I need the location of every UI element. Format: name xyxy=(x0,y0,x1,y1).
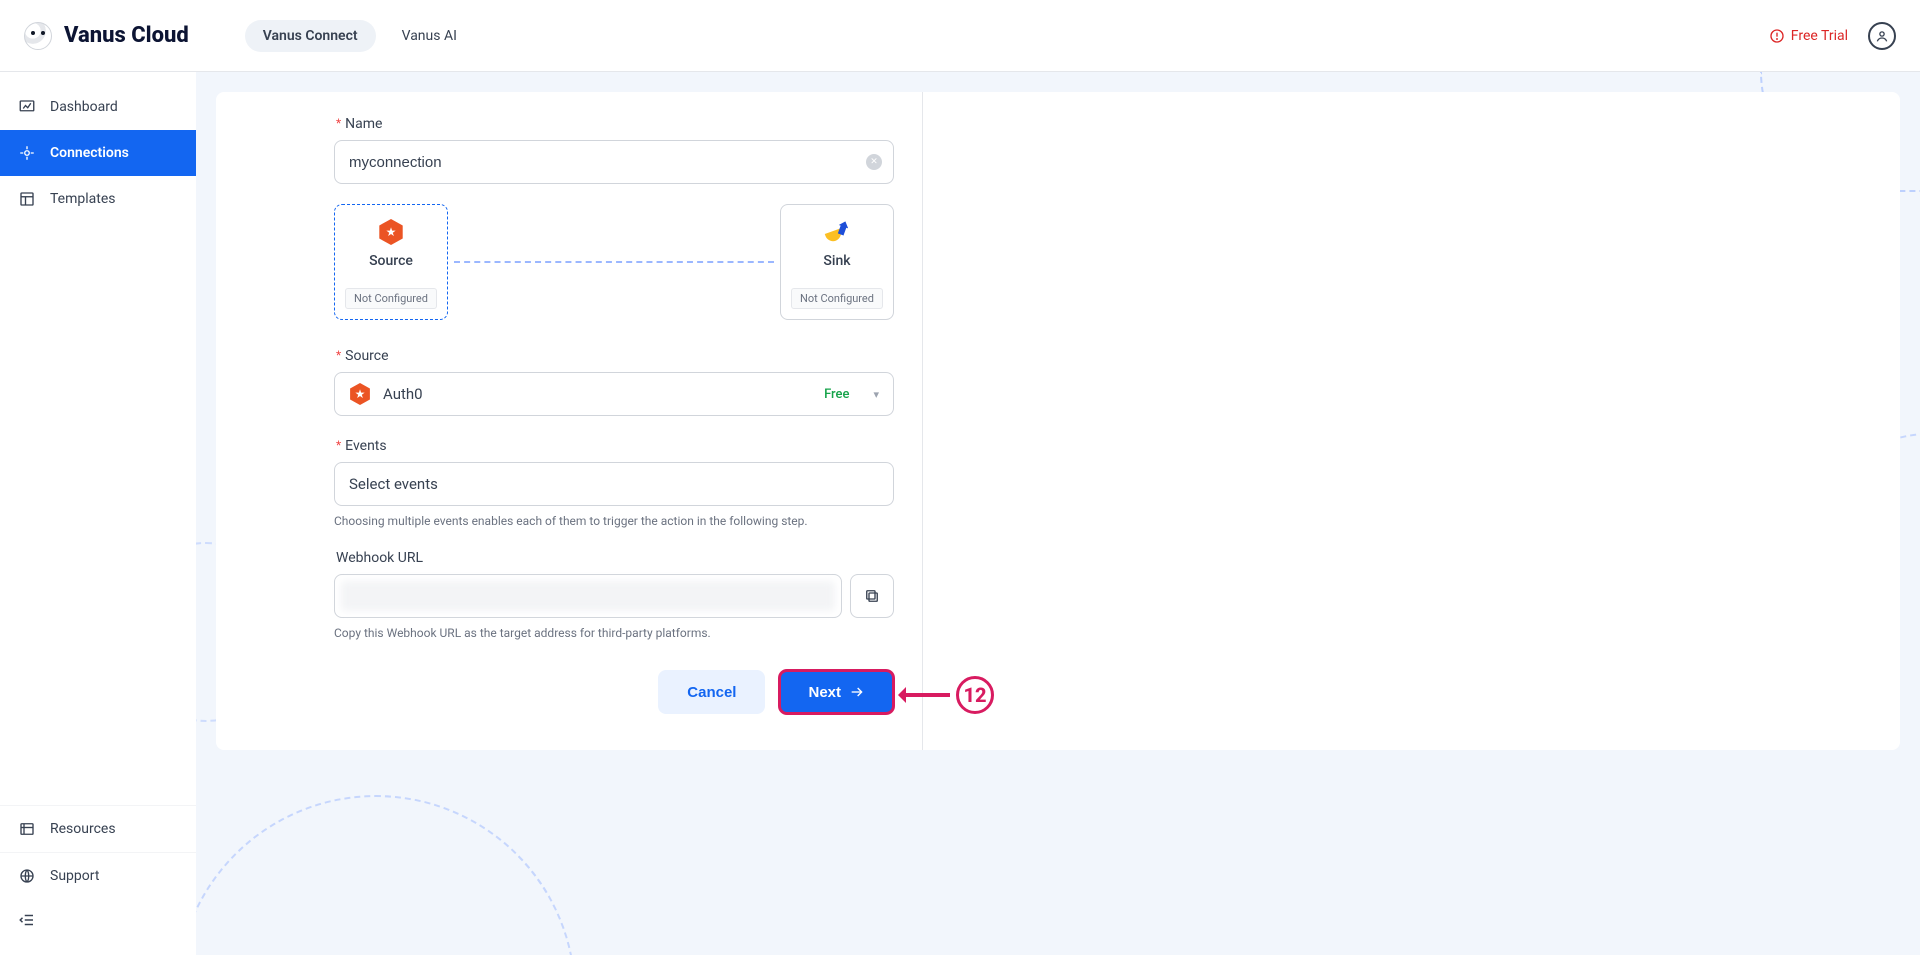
connections-icon xyxy=(18,144,36,162)
sidebar-item-resources[interactable]: Resources xyxy=(0,805,196,852)
free-trial-badge[interactable]: Free Trial xyxy=(1769,28,1848,44)
events-hint: Choosing multiple events enables each of… xyxy=(334,514,894,528)
copy-webhook-button[interactable] xyxy=(850,574,894,618)
annotation-arrow: 12 xyxy=(900,676,994,714)
next-button[interactable]: Next xyxy=(779,670,894,714)
sink-card-title: Sink xyxy=(823,253,850,269)
source-select[interactable]: Auth0 Free ▾ xyxy=(334,372,894,416)
resources-icon xyxy=(18,820,36,838)
sink-card[interactable]: Sink Not Configured xyxy=(780,204,894,320)
annotation-step-number: 12 xyxy=(963,683,986,707)
tab-vanus-ai[interactable]: Vanus AI xyxy=(384,20,475,52)
panel-divider xyxy=(922,92,923,750)
webhook-url-blurred xyxy=(341,581,835,611)
templates-icon xyxy=(18,190,36,208)
topbar: Vanus Cloud Vanus Connect Vanus AI Free … xyxy=(0,0,1920,72)
auth0-icon-small xyxy=(349,383,371,405)
sidebar-collapse-button[interactable] xyxy=(0,899,196,945)
sidebar-label-connections: Connections xyxy=(50,145,129,161)
webhook-label: Webhook URL xyxy=(336,550,894,566)
alert-circle-icon xyxy=(1769,28,1785,44)
sidebar-item-dashboard[interactable]: Dashboard xyxy=(0,84,196,130)
chevron-down-icon: ▾ xyxy=(873,388,879,401)
sidebar: Dashboard Connections Templates Resource… xyxy=(0,72,196,955)
dashboard-icon xyxy=(18,98,36,116)
cancel-button-label: Cancel xyxy=(687,684,736,701)
source-selected-text: Auth0 xyxy=(383,385,423,403)
sidebar-item-connections[interactable]: Connections xyxy=(0,130,196,176)
name-input[interactable] xyxy=(334,140,894,184)
sidebar-label-dashboard: Dashboard xyxy=(50,99,118,115)
cancel-button[interactable]: Cancel xyxy=(658,670,765,714)
events-placeholder: Select events xyxy=(349,475,438,493)
sidebar-item-templates[interactable]: Templates xyxy=(0,176,196,222)
next-button-label: Next xyxy=(808,684,841,701)
top-tabs: Vanus Connect Vanus AI xyxy=(245,20,475,52)
sidebar-label-templates: Templates xyxy=(50,191,116,207)
brand[interactable]: Vanus Cloud xyxy=(24,22,189,50)
annotation-step-circle: 12 xyxy=(956,676,994,714)
brand-logo-icon xyxy=(24,22,52,50)
source-label: Source xyxy=(336,348,894,364)
free-trial-label: Free Trial xyxy=(1791,28,1848,44)
source-card[interactable]: Source Not Configured xyxy=(334,204,448,320)
events-select[interactable]: Select events xyxy=(334,462,894,506)
auth0-icon xyxy=(378,219,404,245)
sidebar-label-resources: Resources xyxy=(50,821,116,837)
webhook-url-field[interactable] xyxy=(334,574,842,618)
brand-name: Vanus Cloud xyxy=(64,23,189,48)
source-free-tag: Free xyxy=(824,387,849,402)
sidebar-item-support[interactable]: Support xyxy=(0,852,196,899)
copy-icon xyxy=(863,587,881,605)
main-canvas: Name Source Not Configured Sink Not Conf… xyxy=(196,72,1920,955)
collapse-icon xyxy=(18,911,36,929)
source-card-badge: Not Configured xyxy=(345,288,437,309)
flow-connector-dash xyxy=(454,261,774,263)
source-card-title: Source xyxy=(369,253,413,269)
flow-row: Source Not Configured Sink Not Configure… xyxy=(334,204,894,320)
name-label: Name xyxy=(336,116,894,132)
globe-icon xyxy=(18,867,36,885)
form-panel: Name Source Not Configured Sink Not Conf… xyxy=(216,92,1900,750)
tab-vanus-connect[interactable]: Vanus Connect xyxy=(245,20,376,52)
events-label: Events xyxy=(336,438,894,454)
clear-name-button[interactable] xyxy=(866,154,882,170)
sink-card-badge: Not Configured xyxy=(791,288,883,309)
sidebar-label-support: Support xyxy=(50,868,99,884)
topbar-right: Free Trial xyxy=(1769,22,1896,50)
arrow-right-icon xyxy=(849,684,865,700)
account-button[interactable] xyxy=(1868,22,1896,50)
sink-icon xyxy=(824,219,850,245)
webhook-hint: Copy this Webhook URL as the target addr… xyxy=(334,626,894,640)
user-icon xyxy=(1874,28,1890,44)
